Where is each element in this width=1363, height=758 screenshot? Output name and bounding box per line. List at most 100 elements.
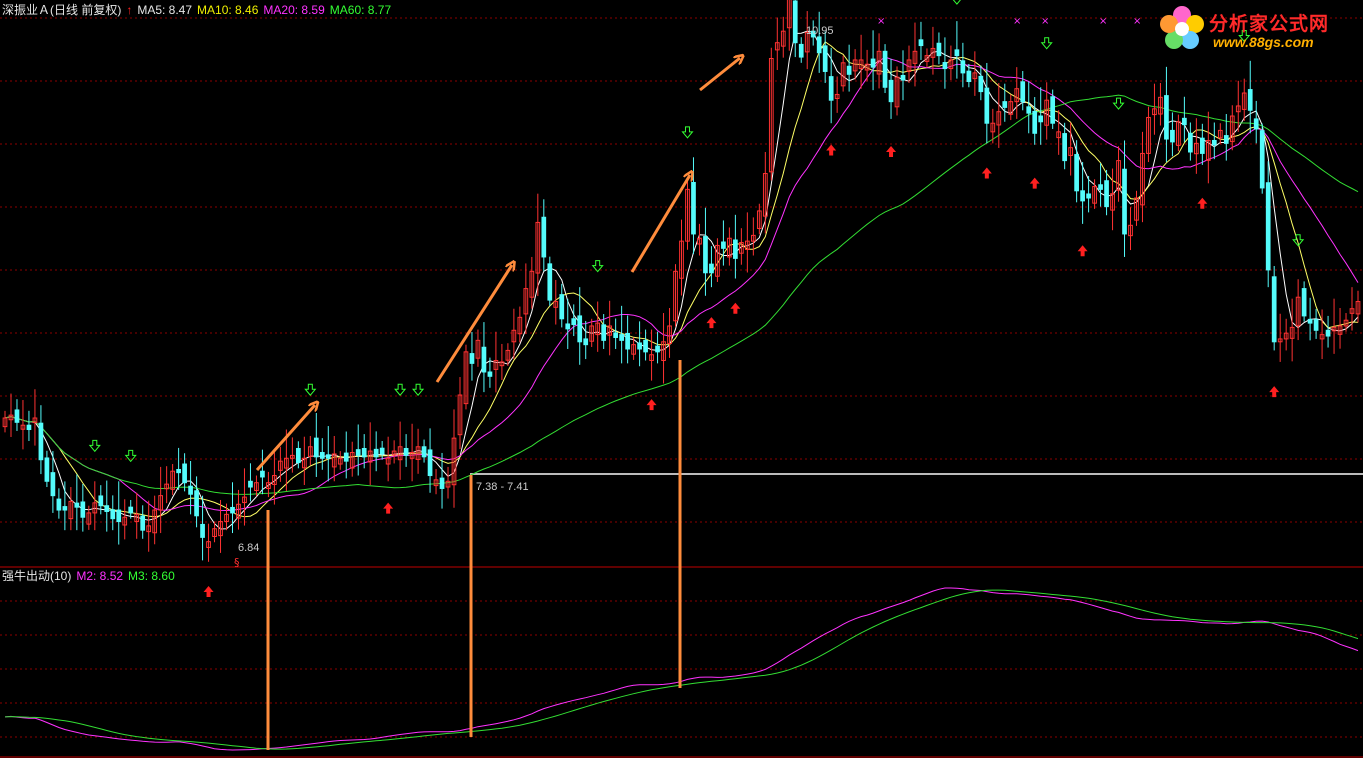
down-candle (1026, 106, 1032, 114)
stock-chart-canvas[interactable]: × × × × × 10.95 6.84 7.38 - 7.41 § (0, 0, 1363, 758)
down-candle (619, 334, 624, 341)
sell-arrow-icon (952, 0, 961, 5)
sell-arrow-icon (394, 383, 407, 397)
down-candle (1038, 115, 1044, 123)
buy-arrow-icon (730, 302, 741, 314)
down-candle (1020, 81, 1026, 103)
logo-url: www.88gs.com (1213, 34, 1314, 50)
down-candle (960, 60, 966, 74)
down-candle (62, 506, 68, 511)
logo-title: 分析家公式网 (1209, 13, 1330, 35)
down-candle (379, 447, 385, 455)
ma5-value: MA5: 8.47 (137, 3, 193, 17)
down-candle (984, 87, 990, 124)
indicator-name: 强牛出动(10) (2, 569, 72, 583)
down-candle (721, 241, 726, 249)
ma10-value: MA10: 8.46 (197, 3, 259, 17)
down-candle (1211, 139, 1217, 146)
down-candle (1098, 184, 1103, 190)
down-candle (888, 79, 894, 103)
trend-arrow-icon (699, 58, 740, 92)
down-candle (942, 62, 948, 70)
down-candle (900, 74, 906, 81)
down-candle (1271, 276, 1277, 343)
buy-arrow-icon (826, 144, 837, 156)
indicator-header: 强牛出动(10) M2: 8.52 M3: 8.60 (2, 569, 180, 583)
sell-arrow-icon (681, 126, 694, 139)
down-candle (870, 58, 876, 68)
down-candle (978, 75, 984, 93)
ma20-value: MA20: 8.59 (263, 3, 325, 17)
down-candle (1086, 193, 1091, 199)
m2-value: M2: 8.52 (76, 569, 124, 583)
cross-marker-icon: × (1013, 16, 1021, 27)
buy-arrow-icon (1029, 177, 1040, 189)
down-candle (822, 45, 828, 72)
down-candle (691, 181, 696, 235)
sell-arrow-icon (1112, 97, 1125, 110)
down-candle (846, 65, 852, 75)
low-price-label: 6.84 (238, 542, 259, 554)
down-candle (110, 509, 116, 520)
down-candle (248, 480, 253, 488)
trend-annotations: × × × × × (255, 16, 1141, 750)
down-candle (200, 523, 205, 538)
down-candle (421, 446, 427, 458)
site-logo: 分析家公式网 www.88gs.com (1157, 4, 1357, 54)
down-candle (541, 216, 547, 258)
down-candle (792, 0, 798, 44)
down-candle (176, 468, 181, 474)
down-candle (1122, 168, 1127, 235)
down-candle (709, 263, 714, 274)
down-candle (104, 505, 110, 512)
range-price-label: 7.38 - 7.41 (476, 481, 529, 493)
down-candle (80, 501, 86, 518)
down-candle (194, 490, 199, 517)
down-candle (1080, 190, 1085, 202)
down-candle (1199, 137, 1205, 154)
down-candle (816, 36, 822, 54)
sell-arrow-icon (304, 383, 317, 397)
down-candle (966, 70, 972, 83)
down-candle (1170, 129, 1175, 143)
down-candle (26, 424, 32, 431)
down-candle (565, 323, 571, 330)
down-candle (613, 332, 619, 338)
buy-arrow-icon (1077, 245, 1088, 257)
down-candle (798, 43, 804, 58)
buy-arrow-icon (886, 145, 897, 157)
buy-arrow-icon (1269, 386, 1280, 398)
down-candle (828, 76, 834, 101)
down-candle (427, 449, 433, 477)
down-candle (1247, 89, 1253, 111)
down-candle (403, 447, 409, 456)
down-candle (918, 39, 924, 47)
down-candle (643, 339, 648, 353)
down-candle (1032, 110, 1038, 134)
up-arrow-icon: ↑ (126, 3, 133, 17)
sell-arrow-icon (88, 439, 101, 453)
down-candle (481, 346, 487, 373)
down-candle (373, 448, 379, 458)
down-candle (1259, 130, 1265, 189)
down-candle (1182, 117, 1187, 126)
flower-logo-icon (1160, 6, 1204, 49)
down-candle (14, 409, 20, 423)
down-candle (128, 506, 134, 514)
down-candle (182, 463, 187, 484)
down-candle (50, 472, 56, 497)
down-candle (343, 452, 349, 462)
down-candle (936, 42, 942, 57)
down-candle (313, 437, 319, 458)
down-candle (1307, 318, 1313, 324)
down-candle (1188, 132, 1193, 153)
sell-arrow-icon (124, 449, 137, 463)
down-candle (439, 477, 445, 489)
down-candle (1313, 319, 1319, 331)
buy-arrow-icon (203, 586, 214, 598)
cross-marker-icon: × (1041, 16, 1049, 27)
down-candle (733, 239, 738, 259)
down-candle (188, 485, 193, 495)
down-candle (487, 371, 493, 377)
sell-arrow-icon (412, 383, 425, 397)
